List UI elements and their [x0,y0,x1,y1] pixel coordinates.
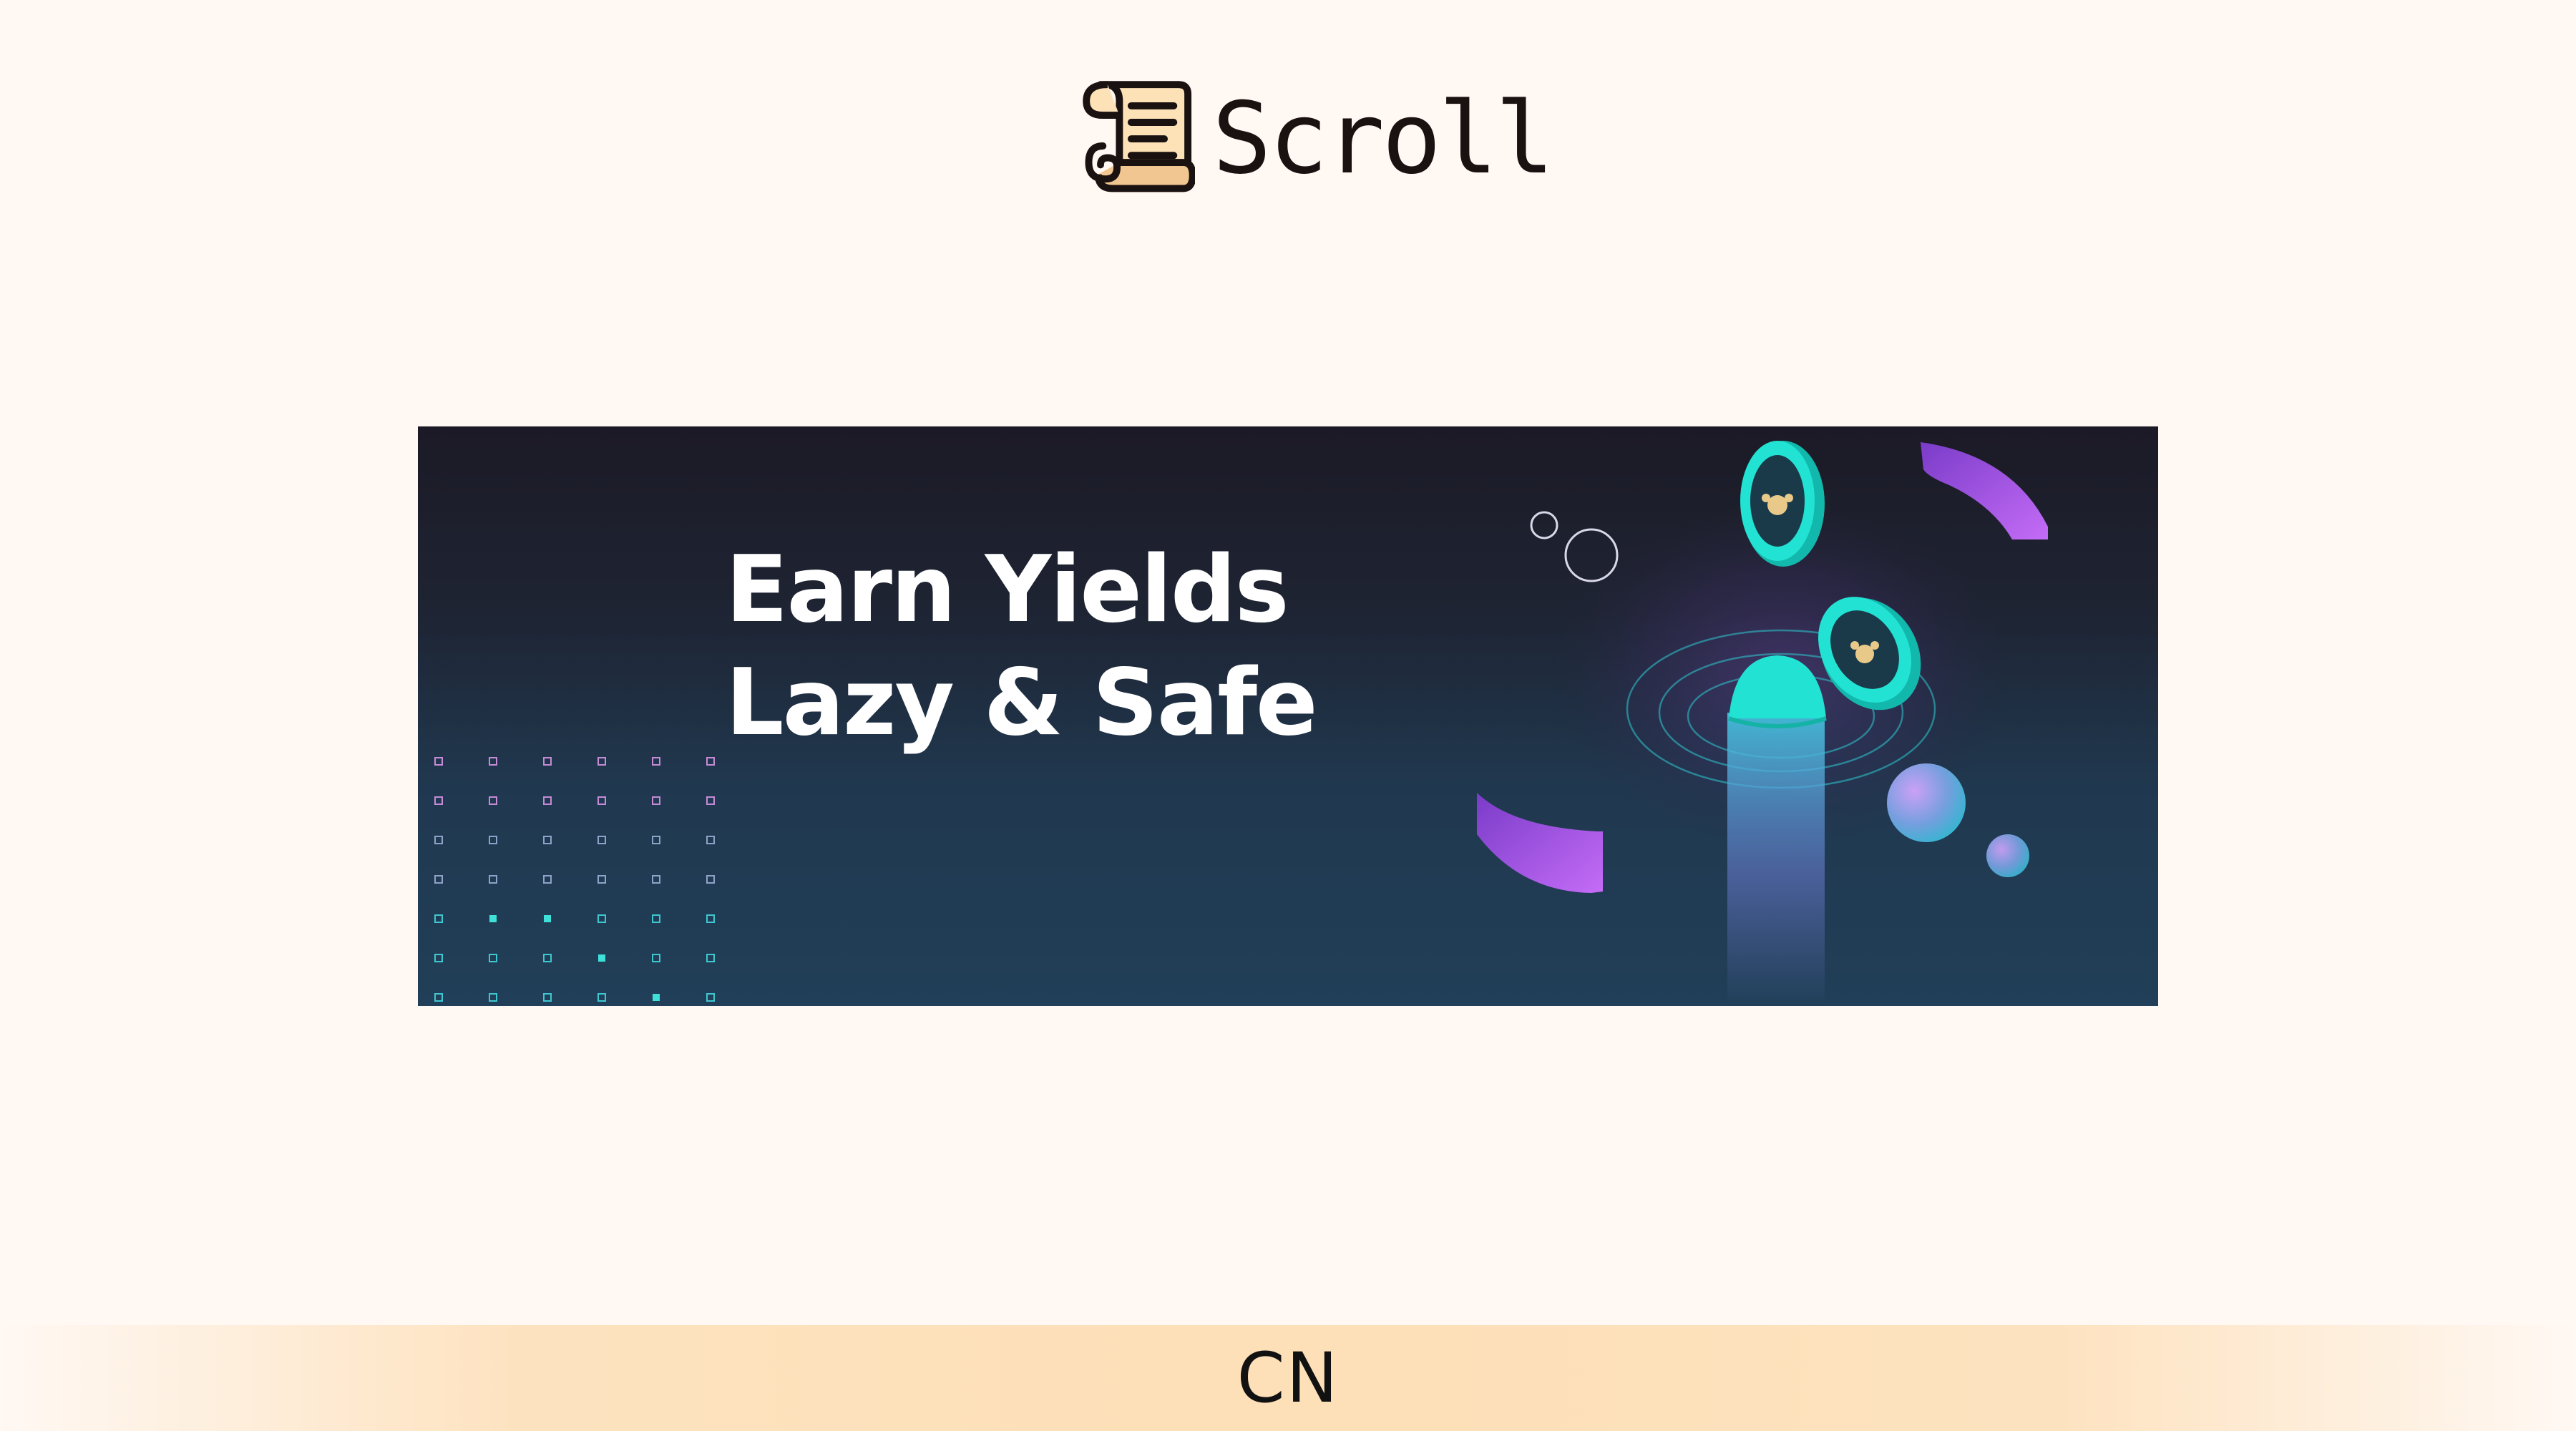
brand-logo[interactable]: Scroll [1077,75,1554,196]
coins-illustration [1477,441,2048,1006]
scroll-logo-icon [1083,81,1195,192]
brand-name: Scroll [1212,80,1554,196]
language-label[interactable]: CN [1237,1338,1340,1418]
promo-banner[interactable]: Earn Yields Lazy & Safe [418,426,2158,1006]
language-bar[interactable]: CN [0,1325,2576,1431]
